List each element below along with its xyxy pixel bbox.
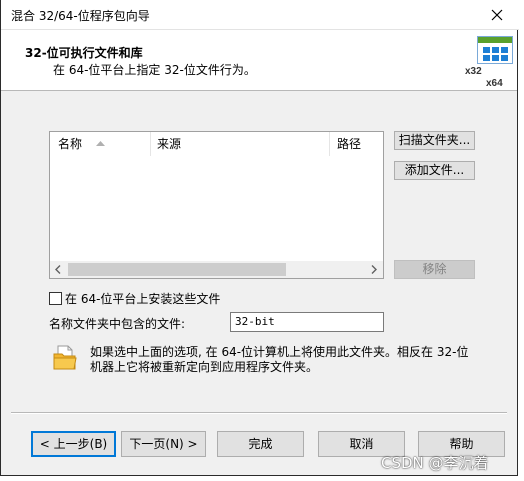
sort-ascending-icon <box>96 141 105 146</box>
chevron-left-icon <box>55 265 61 274</box>
install-on-64-checkbox[interactable] <box>49 292 62 305</box>
window-title: 混合 32/64-位程序包向导 <box>11 9 150 23</box>
column-divider[interactable] <box>329 132 330 156</box>
files-list[interactable]: 名称 来源 路径 <box>49 131 384 279</box>
wizard-dialog: 混合 32/64-位程序包向导 32-位可执行文件和库 在 64-位平台上指定 … <box>0 0 519 476</box>
column-name[interactable]: 名称 <box>58 132 82 156</box>
page-subtitle: 在 64-位平台上指定 32-位文件行为。 <box>53 63 256 77</box>
watermark: CSDN @李沉着 <box>381 454 489 472</box>
column-source[interactable]: 来源 <box>157 132 181 156</box>
close-icon <box>491 9 503 21</box>
info-text: 如果选中上面的选项, 在 64-位计算机上将使用此文件夹。相反在 32-位机器上… <box>90 345 469 374</box>
footer-divider <box>11 412 507 414</box>
x64-label: x64 <box>486 78 503 89</box>
folder-name-input[interactable]: 32-bit <box>230 312 384 332</box>
column-path[interactable]: 路径 <box>337 132 361 156</box>
title-bar: 混合 32/64-位程序包向导 <box>1 0 519 30</box>
scan-folder-button[interactable]: 扫描文件夹... <box>394 131 475 150</box>
wizard-header: 32-位可执行文件和库 在 64-位平台上指定 32-位文件行为。 x32 x6… <box>1 30 517 91</box>
remove-button[interactable]: 移除 <box>394 260 475 279</box>
scroll-left-button[interactable] <box>50 261 67 278</box>
x32-label: x32 <box>465 66 482 77</box>
next-button[interactable]: 下一页(N) > <box>121 431 206 457</box>
close-button[interactable] <box>475 0 519 29</box>
column-divider[interactable] <box>150 132 151 156</box>
add-file-button[interactable]: 添加文件... <box>394 161 475 180</box>
page-title: 32-位可执行文件和库 <box>25 46 143 60</box>
folder-document-icon <box>53 345 77 371</box>
chevron-right-icon <box>371 265 377 274</box>
folder-name-label: 名称文件夹中包含的文件: <box>49 317 186 331</box>
scroll-thumb[interactable] <box>68 263 286 276</box>
mixed-32-64-icon: x32 x64 <box>457 36 515 89</box>
scroll-right-button[interactable] <box>366 261 383 278</box>
finish-button[interactable]: 完成 <box>217 431 304 457</box>
install-on-64-label: 在 64-位平台上安装这些文件 <box>65 292 221 306</box>
back-button[interactable]: < 上一步(B) <box>31 431 116 457</box>
horizontal-scrollbar[interactable] <box>50 261 383 278</box>
